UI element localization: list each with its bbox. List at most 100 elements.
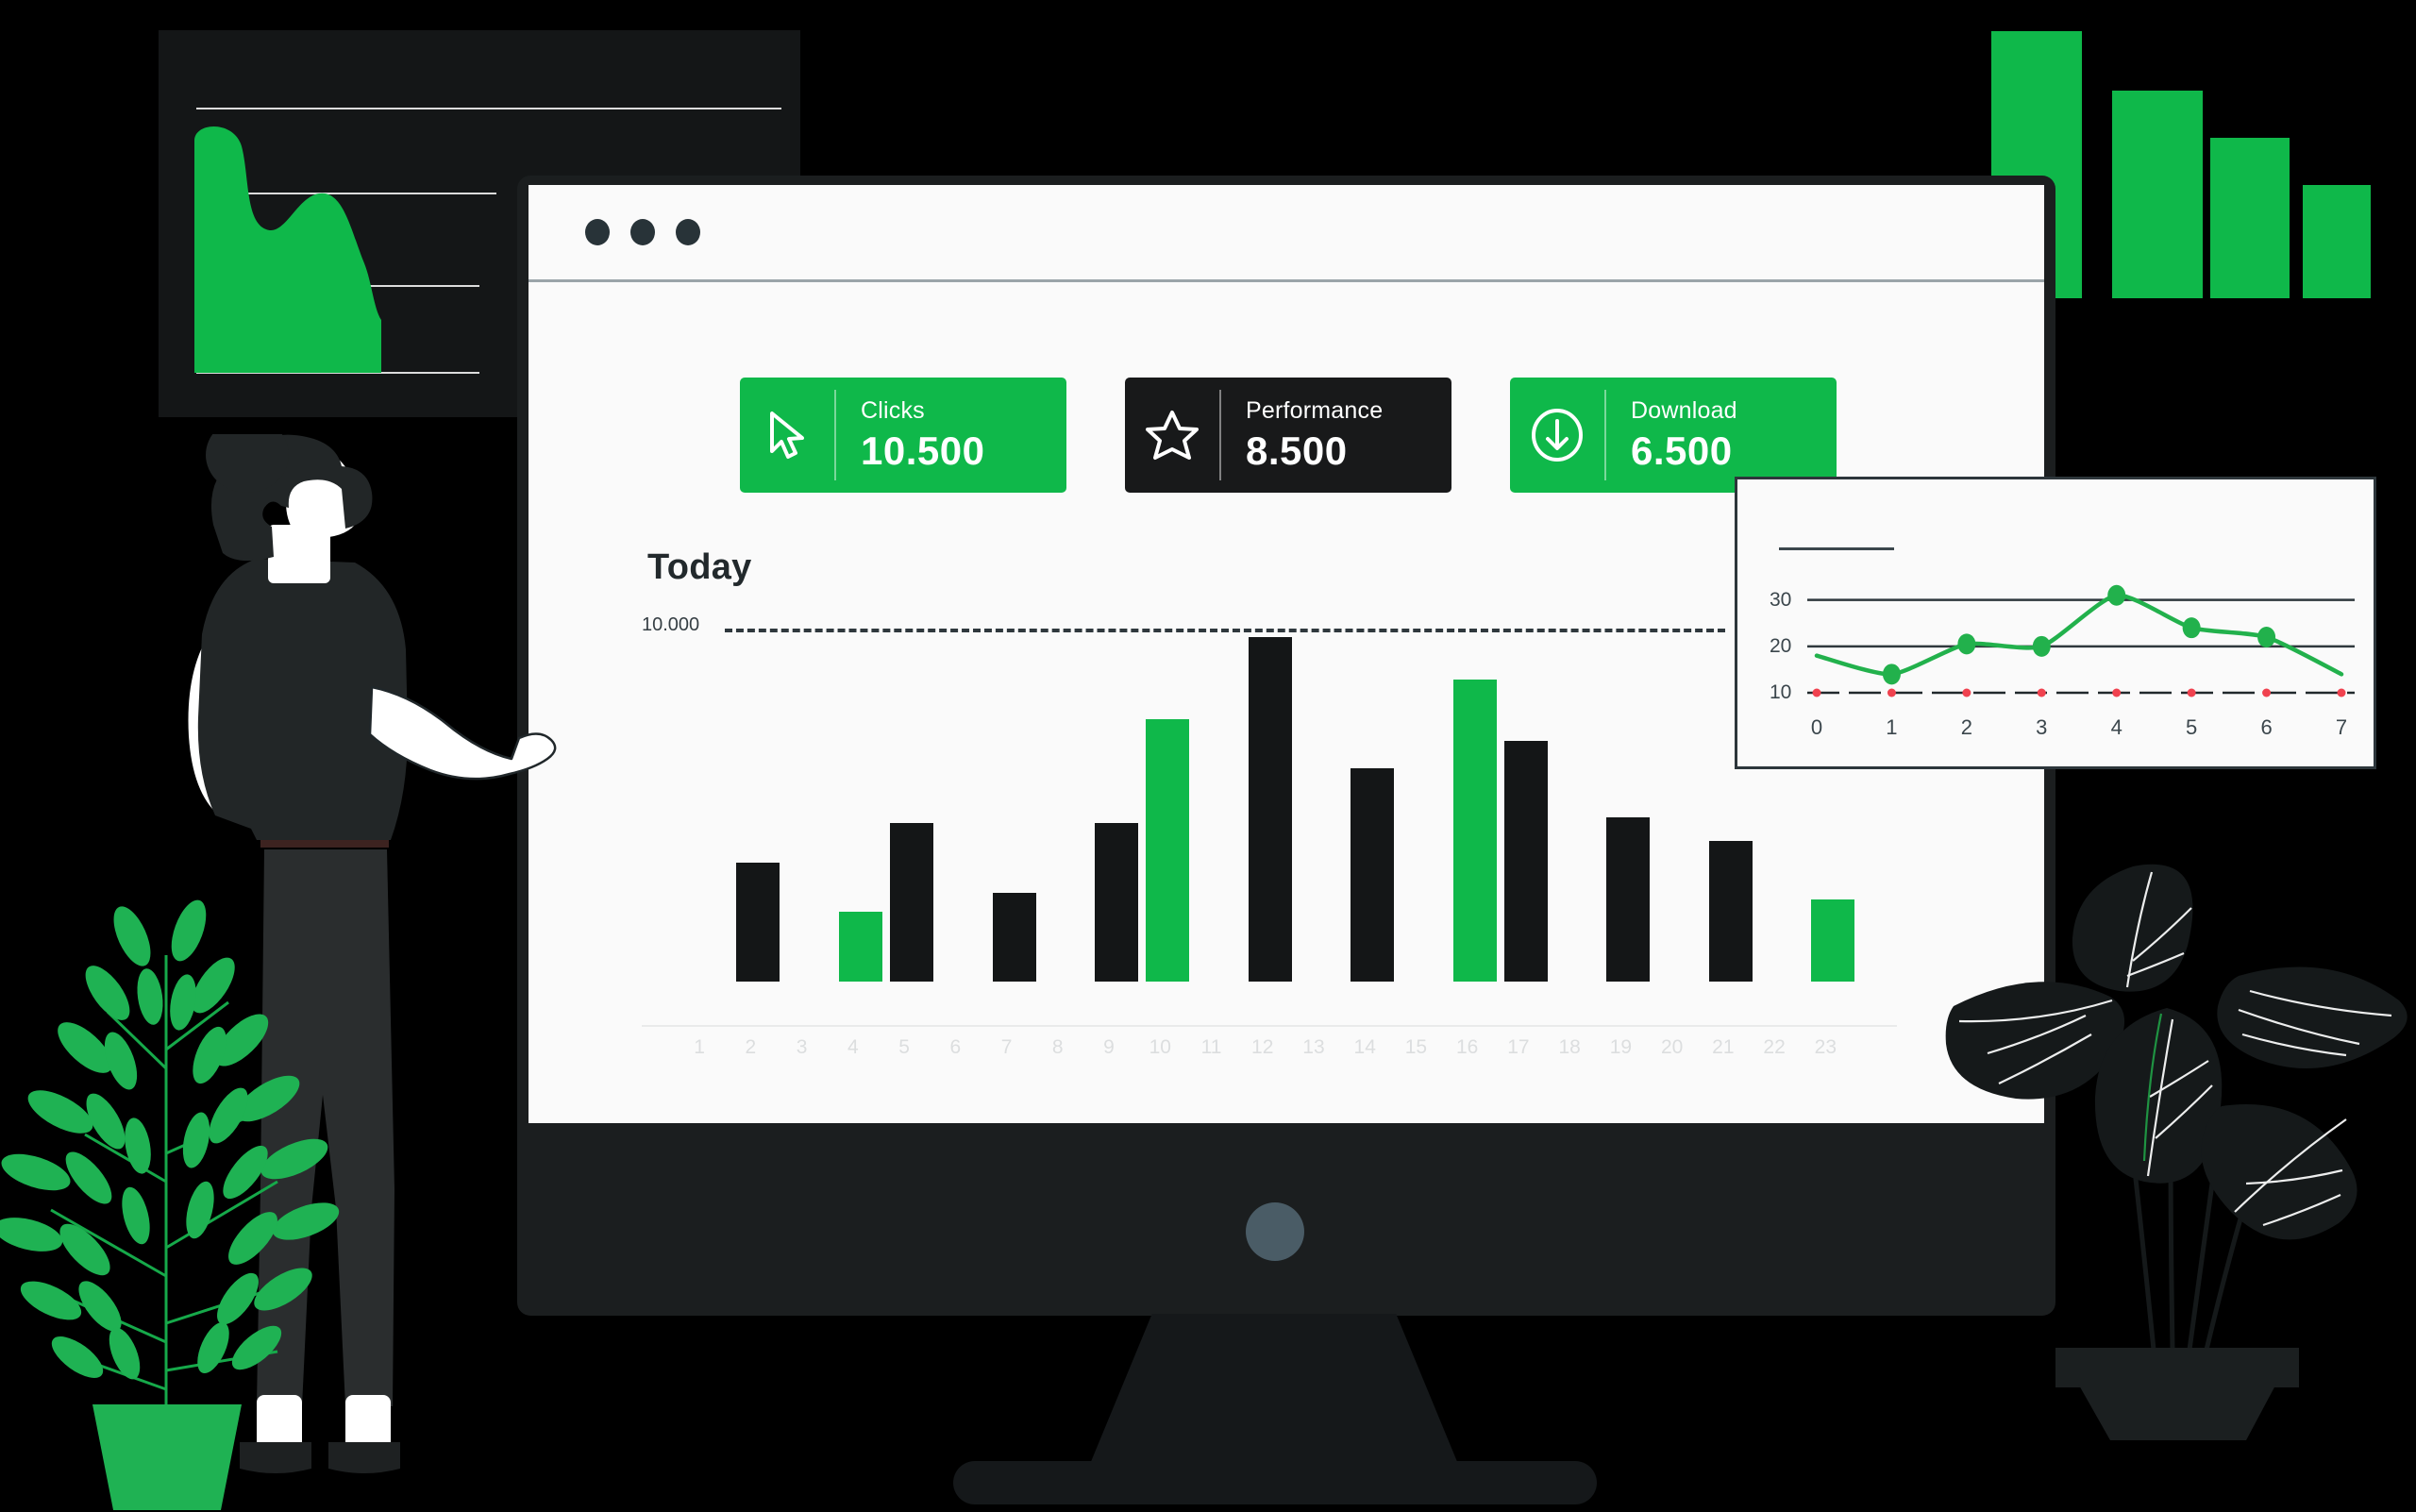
- bar-2[interactable]: [736, 863, 780, 982]
- kpi-value-performance: 8.500: [1246, 428, 1348, 473]
- potted-leafy-plant-right: [1945, 864, 2408, 1440]
- kpi-card-performance[interactable]: Performance 8.500: [1125, 378, 1451, 493]
- bar-9[interactable]: [1095, 823, 1139, 982]
- plant-leaves: [0, 899, 340, 1380]
- inset-x-tick-2: 2: [1960, 715, 1972, 739]
- x-tick-20: 20: [1660, 1036, 1684, 1058]
- bar-17[interactable]: [1503, 741, 1548, 982]
- x-tick-6: 6: [949, 1036, 962, 1058]
- window-dot-close-icon[interactable]: [585, 219, 610, 245]
- x-tick-21: 21: [1712, 1036, 1735, 1058]
- window-dot-minimize-icon[interactable]: [630, 219, 655, 245]
- window-controls[interactable]: [585, 219, 700, 245]
- x-tick-17: 17: [1507, 1036, 1530, 1058]
- x-tick-15: 15: [1404, 1036, 1428, 1058]
- deco-bar-2: [2112, 91, 2203, 298]
- kpi-value-download: 6.500: [1631, 428, 1733, 473]
- inset-x-tick-6: 6: [2260, 715, 2273, 739]
- download-circle-icon: [1510, 408, 1604, 462]
- x-tick-10: 10: [1149, 1036, 1171, 1058]
- x-tick-4: 4: [847, 1036, 859, 1058]
- bar-14[interactable]: [1351, 768, 1395, 982]
- bar-7[interactable]: [992, 893, 1036, 982]
- inset-baseline-dot-3: [2037, 688, 2046, 697]
- x-tick-1: 1: [694, 1036, 705, 1058]
- inset-baseline-dot-5: [2187, 688, 2196, 697]
- cursor-arrow-icon: [740, 410, 834, 461]
- deco-gridline-1: [196, 108, 781, 109]
- x-tick-3: 3: [796, 1036, 808, 1058]
- inset-baseline-dot-1: [1887, 688, 1896, 697]
- x-tick-8: 8: [1051, 1036, 1064, 1058]
- kpi-label-performance: Performance: [1246, 397, 1384, 425]
- plant-pot-left: [92, 1404, 242, 1510]
- inset-point-5[interactable]: [2182, 617, 2201, 639]
- deco-area-chart: [194, 126, 381, 374]
- inset-baseline-dot-2: [1962, 688, 1971, 697]
- potted-fern-plant-left: [0, 899, 340, 1510]
- monitor-stand-neck: [1083, 1314, 1465, 1480]
- inset-x-tick-5: 5: [2186, 715, 2198, 739]
- deco-bar-3: [2210, 138, 2290, 298]
- inset-x-tick-1: 1: [1886, 715, 1898, 739]
- plant-pot-rim-right: [2055, 1348, 2299, 1387]
- x-tick-2: 2: [745, 1036, 757, 1058]
- bar-10[interactable]: [1146, 719, 1190, 982]
- bar-chart-plot: [681, 585, 1889, 982]
- bar-12[interactable]: [1248, 637, 1292, 982]
- bar-4[interactable]: [838, 912, 882, 982]
- inset-x-tick-4: 4: [2110, 715, 2122, 739]
- x-tick-19: 19: [1609, 1036, 1633, 1058]
- kpi-label-clicks: Clicks: [861, 397, 925, 425]
- monitor-power-button[interactable]: [1246, 1202, 1304, 1261]
- plant-pot-right: [2078, 1384, 2276, 1440]
- x-tick-18: 18: [1558, 1036, 1581, 1058]
- inset-point-1[interactable]: [1882, 664, 1901, 685]
- inset-baseline-dot-4: [2112, 688, 2122, 697]
- inset-baseline-dot-7: [2337, 688, 2346, 697]
- kpi-card-clicks[interactable]: Clicks 10.500: [740, 378, 1066, 493]
- inset-baseline-dot-0: [1812, 688, 1821, 697]
- kpi-card-download[interactable]: Download 6.500: [1510, 378, 1837, 493]
- x-tick-22: 22: [1763, 1036, 1786, 1058]
- bar-16[interactable]: [1452, 680, 1497, 982]
- x-tick-23: 23: [1814, 1036, 1837, 1058]
- x-axis-tick-labels: 1 2 3 4 5 6 7 8 9 10 11 12 13 14 15 16 17 18 19 20 21 22 23: [634, 1036, 1897, 1074]
- inset-line-chart: [1807, 584, 2355, 697]
- star-icon: [1125, 409, 1219, 462]
- x-tick-5: 5: [898, 1036, 910, 1058]
- x-tick-7: 7: [1000, 1036, 1013, 1058]
- x-tick-13: 13: [1302, 1036, 1325, 1058]
- inset-x-tick-7: 7: [2335, 715, 2348, 739]
- x-tick-14: 14: [1353, 1036, 1376, 1058]
- x-axis-line: [642, 1025, 1897, 1027]
- kpi-label-download: Download: [1631, 397, 1737, 425]
- inset-baseline-dot-6: [2262, 688, 2272, 697]
- bar-19[interactable]: [1606, 817, 1651, 982]
- x-tick-9: 9: [1103, 1036, 1115, 1058]
- inset-y-tick-10: 10: [1770, 681, 1792, 703]
- window-dot-maximize-icon[interactable]: [676, 219, 700, 245]
- inset-y-tick-20: 20: [1770, 634, 1792, 657]
- inset-point-2[interactable]: [1957, 633, 1976, 655]
- bar-23[interactable]: [1811, 899, 1855, 982]
- kpi-value-clicks: 10.500: [861, 428, 985, 473]
- inset-point-3[interactable]: [2032, 635, 2051, 657]
- inset-point-6[interactable]: [2257, 627, 2276, 647]
- x-tick-11: 11: [1200, 1036, 1222, 1058]
- illustration-canvas: Clicks 10.500 Performance 8.500 Download…: [0, 0, 2416, 1510]
- deco-bar-4: [2303, 185, 2371, 298]
- x-tick-12: 12: [1251, 1036, 1274, 1058]
- monitor-stand-base: [953, 1461, 1597, 1504]
- kpi-card-row: Clicks 10.500 Performance 8.500 Download…: [740, 378, 1872, 493]
- inset-point-4[interactable]: [2107, 584, 2126, 606]
- bar-5[interactable]: [890, 823, 934, 982]
- x-tick-16: 16: [1455, 1036, 1479, 1058]
- inset-x-tick-0: 0: [1810, 715, 1823, 739]
- bar-21[interactable]: [1708, 841, 1753, 982]
- inset-y-tick-30: 30: [1770, 588, 1792, 611]
- inset-x-tick-3: 3: [2036, 715, 2048, 739]
- browser-toolbar-divider: [528, 279, 2044, 282]
- inset-line-chart-card: 30 20 10 0 1 2 3 4 5 6 7: [1735, 477, 2376, 769]
- plant-right-leaves: [1945, 864, 2408, 1240]
